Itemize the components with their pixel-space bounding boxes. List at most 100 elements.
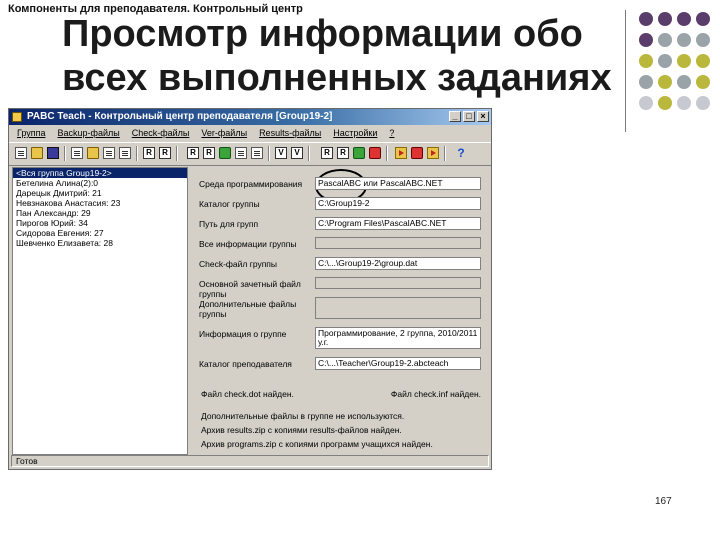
toolbar-separator (176, 146, 178, 161)
verify-v-icon[interactable]: V (275, 147, 287, 159)
list-item[interactable]: Пан Александр: 29 (13, 208, 187, 218)
tasks-path-label: Путь для групп (199, 219, 259, 229)
window-titlebar: PABC Teach - Контрольный центр преподава… (9, 109, 491, 125)
decorative-dot (658, 96, 672, 110)
export-arrow-icon[interactable] (395, 147, 407, 159)
menu-settings[interactable]: Настройки (333, 126, 377, 140)
list-item[interactable]: Бетелина Алина(2):0 (13, 178, 187, 188)
group-about-label: Информация о группе (199, 329, 287, 339)
open-folder-icon[interactable] (31, 147, 43, 159)
decorative-dot (696, 54, 710, 68)
list-item[interactable]: Невзнакова Анастасия: 23 (13, 198, 187, 208)
menu-backup-files[interactable]: Backup-файлы (58, 126, 120, 140)
list-item[interactable]: Сидорова Евгения: 27 (13, 228, 187, 238)
group-about-field[interactable]: Программирование, 2 группа, 2010/2011 у.… (315, 327, 481, 349)
check-dot-status: Файл check.dot найден. (201, 389, 294, 399)
new-document-icon[interactable] (15, 147, 27, 159)
group-info-field[interactable] (315, 237, 481, 249)
help-icon[interactable]: ? (455, 147, 467, 159)
check-inf-status: Файл check.inf найден. (390, 389, 481, 399)
decorative-dot (639, 75, 653, 89)
decorative-dot (677, 12, 691, 26)
document-icon[interactable] (103, 147, 115, 159)
results-r-icon[interactable]: R (321, 147, 333, 159)
list-item[interactable]: Дарецык Дмитрий: 21 (13, 188, 187, 198)
toolbar: R R R R V V R R ? (9, 142, 491, 203)
student-list[interactable]: <Вся группа Group19-2> Бетелина Алина(2)… (12, 167, 188, 455)
env-field[interactable]: PascalABC или PascalABC.NET (315, 177, 481, 190)
list-item[interactable]: Пирогов Юрий: 34 (13, 218, 187, 228)
group-info-panel: Среда программирования PascalABC или Pas… (199, 167, 489, 457)
results-info-icon[interactable]: R (337, 147, 349, 159)
programs-archive-note: Архив programs.zip с копиями программ уч… (201, 439, 433, 449)
check-file-label: Check-файл группы (199, 259, 278, 269)
list-item[interactable]: <Вся группа Group19-2> (13, 168, 187, 178)
report-r-icon[interactable]: R (143, 147, 155, 159)
document-icon[interactable] (119, 147, 131, 159)
decorative-dot (658, 12, 672, 26)
toolbar-separator (444, 146, 446, 161)
report-r-icon[interactable]: R (187, 147, 199, 159)
list-item[interactable]: Шевченко Елизавета: 28 (13, 238, 187, 248)
menu-results-files[interactable]: Results-файлы (259, 126, 321, 140)
extra-files-note: Дополнительные файлы в группе не использ… (201, 411, 405, 421)
toolbar-separator (136, 146, 138, 161)
document-icon[interactable] (235, 147, 247, 159)
decorative-dot (658, 54, 672, 68)
document-icon[interactable] (251, 147, 263, 159)
menu-help[interactable]: ? (389, 126, 394, 140)
check-green-icon[interactable] (219, 147, 231, 159)
title-divider (625, 10, 626, 132)
slide-title: Просмотр информации обо всех выполненных… (62, 13, 612, 99)
group-dir-label: Каталог группы (199, 199, 260, 209)
results-green-icon[interactable] (353, 147, 365, 159)
report-r-icon[interactable]: R (159, 147, 171, 159)
main-file-label: Основной зачетный файл группы (199, 279, 301, 299)
decorative-dot (639, 12, 653, 26)
decorative-dot (639, 33, 653, 47)
delete-icon[interactable] (411, 147, 423, 159)
tasks-path-field[interactable]: C:\Program Files\PascalABC.NET (315, 217, 481, 230)
teacher-dir-field[interactable]: C:\...\Teacher\Group19-2.abcteach (315, 357, 481, 370)
report-r-icon[interactable]: R (203, 147, 215, 159)
minimize-button[interactable]: _ (449, 111, 461, 122)
menu-ver-files[interactable]: Ver-файлы (201, 126, 247, 140)
menu-group[interactable]: Группа (17, 126, 46, 140)
main-file-field[interactable] (315, 277, 481, 289)
page-number: 167 (655, 496, 672, 507)
status-bar: Готов (11, 455, 489, 467)
decorative-dot (639, 54, 653, 68)
check-file-field[interactable]: C:\...\Group19-2\group.dat (315, 257, 481, 270)
toolbar-separator (268, 146, 270, 161)
decorative-dot (658, 75, 672, 89)
menu-check-files[interactable]: Check-файлы (132, 126, 190, 140)
verify-v-icon[interactable]: V (291, 147, 303, 159)
decorative-dot (639, 96, 653, 110)
results-red-icon[interactable] (369, 147, 381, 159)
results-archive-note: Архив results.zip с копиями results-файл… (201, 425, 402, 435)
toolbar-separator (386, 146, 388, 161)
decorative-dot (696, 96, 710, 110)
extra-files-field[interactable] (315, 297, 481, 319)
maximize-button[interactable]: □ (463, 111, 475, 122)
import-arrow-icon[interactable] (427, 147, 439, 159)
menu-bar: Группа Backup-файлы Check-файлы Ver-файл… (9, 126, 491, 140)
toolbar-separator (308, 146, 310, 161)
decorative-dot (677, 33, 691, 47)
decorative-dot (677, 96, 691, 110)
group-dir-field[interactable]: C:\Group19-2 (315, 197, 481, 210)
decorative-dot (677, 75, 691, 89)
close-button[interactable]: × (477, 111, 489, 122)
extra-files-label: Дополнительные файлы группы (199, 299, 297, 319)
decorative-dot-grid (639, 12, 717, 122)
save-icon[interactable] (47, 147, 59, 159)
decorative-dot (677, 54, 691, 68)
decorative-dot (696, 75, 710, 89)
env-label: Среда программирования (199, 179, 303, 189)
preview-icon[interactable] (71, 147, 83, 159)
toolbar-separator (64, 146, 66, 161)
decorative-dot (658, 33, 672, 47)
folder-icon[interactable] (87, 147, 99, 159)
app-window: PABC Teach - Контрольный центр преподава… (8, 108, 492, 470)
group-info-label: Все информации группы (199, 239, 297, 249)
